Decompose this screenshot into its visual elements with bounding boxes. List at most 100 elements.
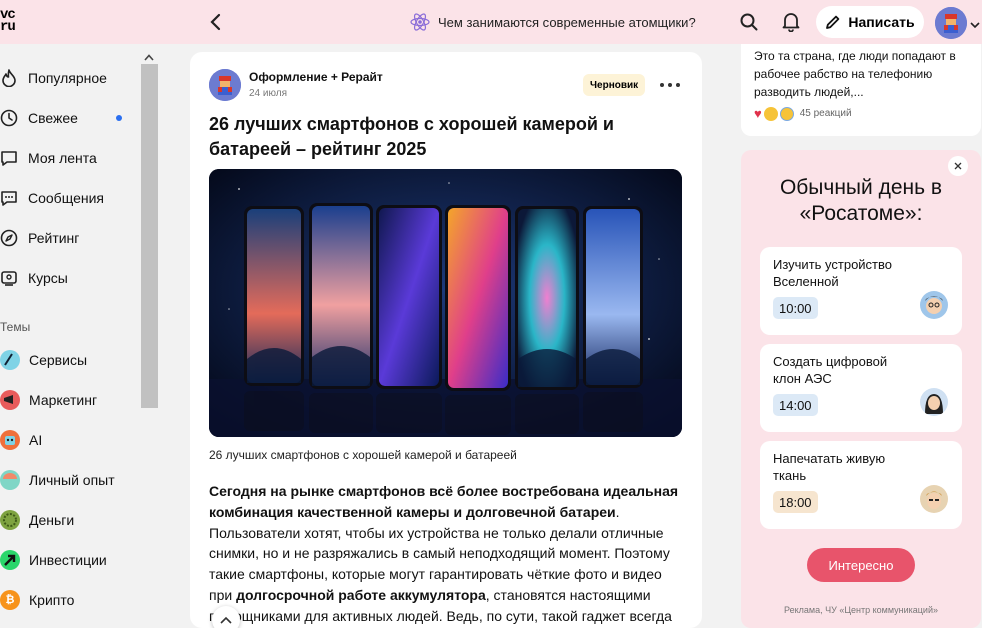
article-title: 26 лучших смартфонов с хорошей камерой и… bbox=[209, 114, 614, 159]
ad-task-card: Создать цифровой клон АЭС 14:00 bbox=[760, 344, 962, 432]
back-button[interactable] bbox=[204, 10, 226, 34]
ad-cta-button[interactable]: Интересно bbox=[807, 548, 915, 582]
bitcoin-icon: ₿ bbox=[0, 590, 20, 610]
task-time: 14:00 bbox=[773, 394, 818, 416]
robot-icon bbox=[0, 430, 20, 450]
ad-disclaimer: Реклама, ЧУ «Центр коммуникаций» bbox=[784, 605, 938, 615]
author-avatar[interactable] bbox=[209, 69, 241, 101]
topic-crypto[interactable]: ₿ Крипто bbox=[0, 587, 74, 613]
comment-card[interactable]: Это та страна, где люди попадают в рабоч… bbox=[741, 44, 981, 136]
sidebar-item-messages[interactable]: Сообщения bbox=[0, 183, 140, 213]
topic-label: Инвестиции bbox=[29, 552, 107, 568]
engineer-avatar-icon bbox=[920, 388, 948, 416]
close-icon bbox=[954, 162, 962, 170]
ad-task-card: Изучить устройство Вселенной 10:00 bbox=[760, 247, 962, 335]
reactions-count: 45 реакций bbox=[799, 108, 852, 119]
heart-reaction-icon: ♥ bbox=[754, 106, 762, 121]
article-card: Оформление + Рерайт 24 июля Черновик 26 … bbox=[190, 52, 702, 628]
sidebar-item-courses[interactable]: Курсы bbox=[0, 263, 140, 293]
services-icon bbox=[0, 350, 20, 370]
atom-icon bbox=[410, 13, 430, 31]
search-icon bbox=[740, 13, 758, 31]
compass-icon bbox=[0, 229, 18, 247]
topic-personal-experience[interactable]: Личный опыт bbox=[0, 467, 115, 493]
comment-text[interactable]: Это та страна, где люди попадают в рабоч… bbox=[754, 47, 974, 101]
topic-investments[interactable]: Инвестиции bbox=[0, 547, 107, 573]
write-label[interactable]: Написать bbox=[848, 14, 914, 30]
search-button[interactable] bbox=[738, 11, 760, 33]
scroll-to-top-button[interactable] bbox=[212, 606, 240, 628]
draft-badge: Черновик bbox=[583, 74, 646, 96]
sidebar-item-label: Популярное bbox=[28, 70, 107, 86]
vc-logo[interactable]: vc ru bbox=[0, 8, 24, 34]
write-button[interactable]: Написать bbox=[816, 6, 924, 38]
topic-label: Сервисы bbox=[29, 352, 88, 368]
ad-title: Обычный день в «Росатоме»: bbox=[779, 176, 943, 225]
article-body: Сегодня на рынке смартфонов всё более во… bbox=[209, 481, 681, 627]
task-time: 18:00 bbox=[773, 491, 818, 513]
topics-heading: Темы bbox=[0, 320, 31, 334]
message-icon bbox=[0, 189, 18, 207]
unread-dot bbox=[116, 115, 122, 121]
author-name[interactable]: Оформление + Рерайт bbox=[249, 70, 383, 84]
chevron-left-icon bbox=[210, 13, 221, 31]
chevron-up-icon bbox=[220, 616, 232, 624]
pencil-icon bbox=[826, 15, 840, 29]
notifications-button[interactable] bbox=[780, 11, 802, 33]
arrow-up-right-icon bbox=[0, 550, 20, 570]
task-time: 10:00 bbox=[773, 297, 818, 319]
scientist-avatar-icon bbox=[920, 291, 948, 319]
topic-marketing[interactable]: Маркетинг bbox=[0, 387, 97, 413]
megaphone-icon bbox=[0, 390, 20, 410]
laughing-reaction-icon bbox=[763, 106, 778, 121]
biologist-avatar-icon bbox=[920, 485, 948, 513]
ad-close-button[interactable] bbox=[948, 156, 968, 176]
sidebar-item-label: Свежее bbox=[28, 110, 78, 126]
more-options-button[interactable] bbox=[660, 78, 680, 92]
task-name: Напечатать живую ткань bbox=[773, 451, 886, 483]
body-bold: долгосрочной работе аккумулятора bbox=[236, 586, 486, 603]
flame-icon bbox=[0, 69, 18, 87]
more-icon bbox=[660, 83, 664, 87]
sidebar-scrollbar[interactable] bbox=[141, 64, 158, 408]
coin-icon bbox=[0, 510, 20, 530]
topic-ai[interactable]: AI bbox=[0, 427, 42, 453]
sidebar-item-rating[interactable]: Рейтинг bbox=[0, 223, 140, 253]
feed-icon bbox=[0, 149, 18, 167]
topic-label: Деньги bbox=[29, 512, 75, 528]
sidebar-item-label: Курсы bbox=[28, 270, 68, 286]
sidebar: Популярное Свежее Моя лента Сообщения Ре… bbox=[0, 44, 160, 628]
lead-bold: Сегодня на рынке смартфонов всё более во… bbox=[209, 483, 679, 520]
topic-label: AI bbox=[29, 432, 43, 448]
sidebar-item-label: Моя лента bbox=[28, 150, 97, 166]
promo-text[interactable]: Чем занимаются современные атомщики? bbox=[438, 15, 696, 30]
chevron-up-icon bbox=[144, 54, 154, 61]
user-avatar[interactable] bbox=[935, 7, 967, 39]
topic-money[interactable]: Деньги bbox=[0, 507, 74, 533]
topic-label: Личный опыт bbox=[29, 472, 115, 488]
chevron-down-icon bbox=[970, 22, 980, 29]
sidebar-item-popular[interactable]: Популярное bbox=[0, 63, 140, 93]
image-caption: 26 лучших смартфонов с хорошей камерой и… bbox=[209, 448, 517, 462]
topic-label: Маркетинг bbox=[29, 392, 98, 408]
promo-link[interactable]: Чем занимаются современные атомщики? bbox=[410, 12, 696, 32]
top-header: vc ru Чем занимаются современные атомщик… bbox=[0, 0, 982, 44]
topic-services[interactable]: Сервисы bbox=[0, 347, 87, 373]
ad-banner[interactable]: Обычный день в «Росатоме»: Изучить устро… bbox=[741, 150, 981, 628]
publish-date: 24 июля bbox=[249, 88, 288, 99]
shocked-reaction-icon bbox=[779, 106, 794, 121]
account-menu-toggle[interactable] bbox=[970, 16, 980, 34]
clock-icon bbox=[0, 109, 18, 127]
parachute-icon bbox=[0, 470, 20, 490]
sidebar-item-my-feed[interactable]: Моя лента bbox=[0, 143, 140, 173]
courses-icon bbox=[0, 269, 18, 287]
sidebar-item-label: Сообщения bbox=[28, 190, 104, 206]
task-name: Создать цифровой клон АЭС bbox=[773, 354, 888, 386]
task-name: Изучить устройство Вселенной bbox=[773, 257, 893, 289]
article-cover-image bbox=[209, 169, 682, 437]
bell-icon bbox=[782, 13, 800, 32]
reactions-row[interactable]: ♥ 45 реакций bbox=[754, 106, 852, 121]
sidebar-item-label: Рейтинг bbox=[28, 230, 80, 246]
topic-label: Крипто bbox=[29, 592, 75, 608]
ad-task-card: Напечатать живую ткань 18:00 bbox=[760, 441, 962, 529]
